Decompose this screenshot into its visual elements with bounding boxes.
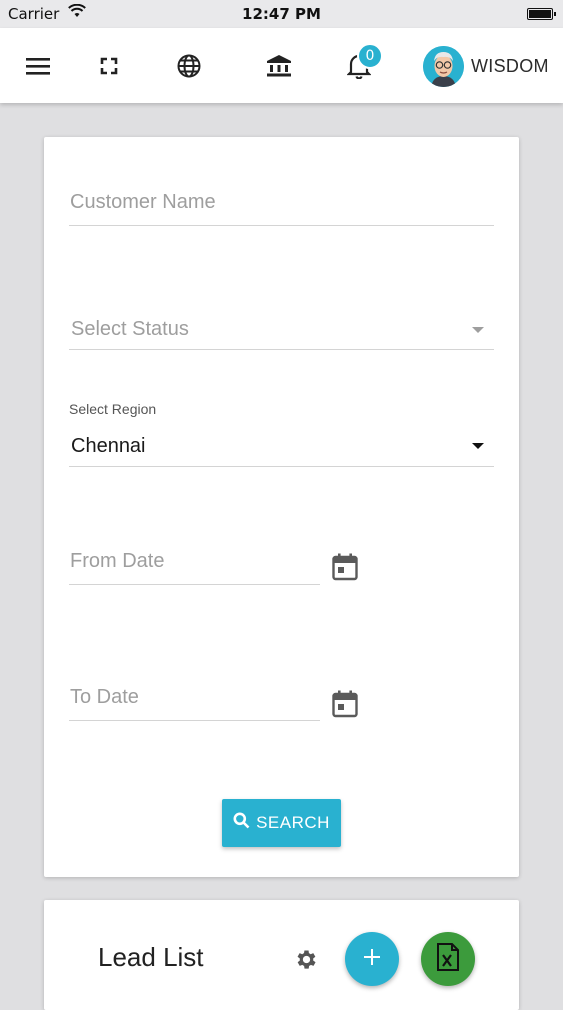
- region-underline: [69, 466, 494, 467]
- fullscreen-icon[interactable]: [89, 46, 129, 86]
- search-icon: [233, 812, 250, 834]
- gear-icon[interactable]: [294, 947, 319, 976]
- chevron-down-icon: [472, 443, 484, 449]
- from-date-field[interactable]: From Date: [69, 542, 320, 585]
- username-label[interactable]: WISDOM: [471, 56, 549, 77]
- from-date-underline: [69, 584, 320, 585]
- avatar[interactable]: [423, 46, 464, 87]
- add-button[interactable]: [345, 932, 399, 986]
- region-label: Select Region: [69, 401, 157, 417]
- customer-name-underline: [69, 225, 494, 226]
- from-date-placeholder: From Date: [70, 550, 165, 572]
- notification-badge: 0: [357, 43, 383, 69]
- to-date-underline: [69, 720, 320, 721]
- export-excel-button[interactable]: [421, 932, 475, 986]
- status-placeholder: Select Status: [71, 318, 189, 340]
- clock: 12:47 PM: [242, 5, 321, 23]
- calendar-icon[interactable]: [332, 690, 358, 722]
- battery-icon: [527, 8, 556, 20]
- to-date-placeholder: To Date: [70, 686, 139, 708]
- bank-icon[interactable]: [259, 46, 299, 86]
- region-value: Chennai: [71, 435, 146, 457]
- top-nav-bar: 0 WISDOM: [0, 28, 563, 103]
- plus-icon: [363, 948, 381, 970]
- region-select[interactable]: Select Region Chennai: [69, 401, 494, 467]
- status-select[interactable]: Select Status: [69, 307, 494, 350]
- calendar-icon[interactable]: [332, 553, 358, 585]
- lead-list-title: Lead List: [98, 942, 204, 972]
- search-button[interactable]: SEARCH: [222, 799, 341, 847]
- chevron-down-icon: [472, 327, 484, 333]
- excel-file-icon: [436, 943, 460, 975]
- status-underline: [69, 349, 494, 350]
- status-bar: Carrier 12:47 PM: [0, 0, 563, 28]
- customer-name-field[interactable]: Customer Name: [69, 183, 494, 226]
- menu-icon[interactable]: [18, 46, 58, 86]
- search-button-label: SEARCH: [256, 813, 330, 832]
- lead-list-card: Lead List: [44, 900, 519, 1010]
- filter-card: Customer Name Select Status Select Regio…: [44, 137, 519, 877]
- customer-name-placeholder: Customer Name: [70, 191, 216, 213]
- globe-icon[interactable]: [169, 46, 209, 86]
- to-date-field[interactable]: To Date: [69, 678, 320, 721]
